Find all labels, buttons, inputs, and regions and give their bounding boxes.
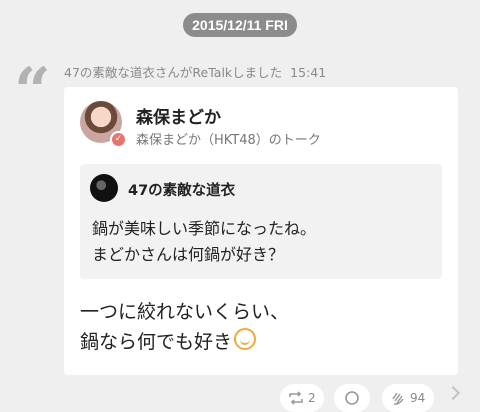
action-bar: 2 94 [0, 384, 480, 412]
quoted-text-line-1: 鍋が美味しい季節になったね。 [92, 219, 317, 238]
retalk-text: 47の素敵な道衣さんがReTalkしました [64, 65, 283, 80]
verified-badge-icon: ✓ [110, 131, 127, 148]
comment-icon [345, 391, 359, 405]
clap-icon [392, 392, 404, 405]
clap-button[interactable]: 94 [382, 384, 434, 412]
comment-button[interactable] [334, 384, 370, 412]
date-pill: 2015/12/11 FRI [183, 13, 297, 37]
reply-line-1: 一つに絞れないくらい、 [80, 301, 290, 323]
reply-line-2-wrap: 鍋なら何でも好き [80, 327, 289, 357]
chevron-right-icon[interactable] [445, 385, 461, 401]
reply-line-2: 鍋なら何でも好き [80, 331, 233, 353]
author-name[interactable]: 森保まどか [136, 103, 221, 128]
quoted-message[interactable]: 47の素敵な道衣 鍋が美味しい季節になったね。 まどかさんは何鍋が好き？ [80, 164, 442, 279]
retalk-time: 15:41 [290, 65, 327, 80]
quoted-text-line-2: まどかさんは何鍋が好き？ [92, 245, 285, 264]
retalk-notice: 47の素敵な道衣さんがReTalkしました 15:41 [64, 62, 326, 81]
quoted-author-name: 47の素敵な道衣 [128, 183, 236, 199]
quoted-author-avatar[interactable] [90, 174, 118, 202]
author-talk-label: 森保まどか（HKT48）のトーク [136, 133, 321, 148]
retalk-button[interactable]: 2 [280, 384, 324, 412]
reply-text: 一つに絞れないくらい、 鍋なら何でも好き [80, 297, 289, 357]
quoted-text: 鍋が美味しい季節になったね。 まどかさんは何鍋が好き？ [92, 216, 316, 268]
smile-emoji-icon [234, 328, 257, 350]
post-card[interactable]: ✓ 森保まどか 森保まどか（HKT48）のトーク 47の素敵な道衣 鍋が美味しい… [64, 87, 458, 375]
quote-icon: “ [14, 54, 51, 129]
